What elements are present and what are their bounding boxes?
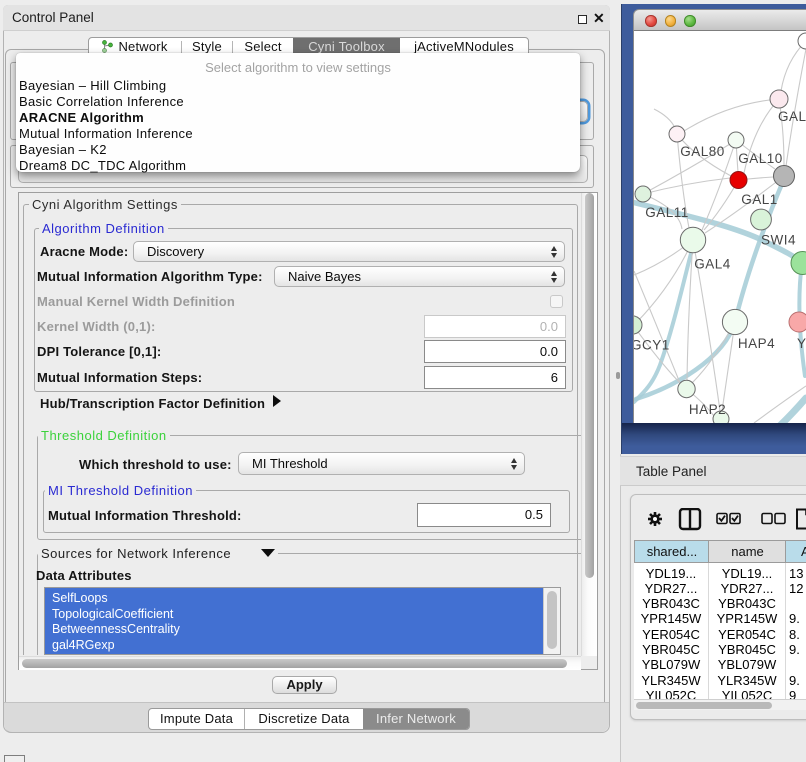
svg-text:SWI4: SWI4: [761, 233, 796, 248]
svg-text:YJL: YJL: [797, 336, 806, 351]
svg-text:GAL10: GAL10: [738, 151, 783, 166]
svg-text:GCY1: GCY1: [634, 338, 670, 353]
svg-text:HAP2: HAP2: [689, 402, 726, 417]
svg-text:GAL1: GAL1: [741, 192, 778, 207]
svg-text:GAL11: GAL11: [645, 205, 689, 220]
svg-text:GAL2: GAL2: [778, 109, 806, 124]
svg-text:HAP4: HAP4: [738, 336, 775, 351]
svg-text:GAL80: GAL80: [680, 144, 725, 159]
svg-text:GAL4: GAL4: [694, 257, 731, 272]
